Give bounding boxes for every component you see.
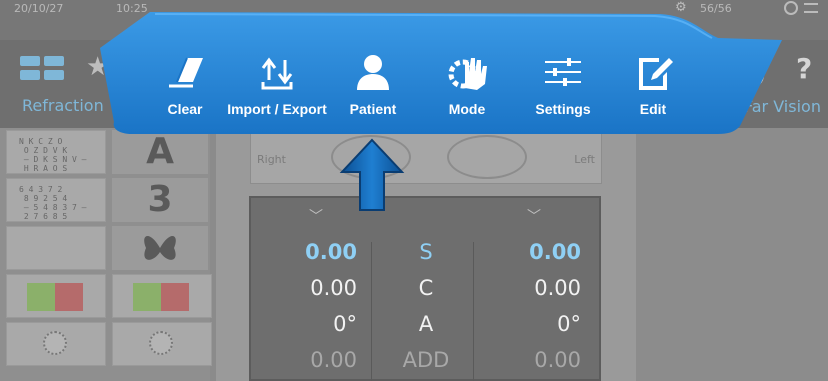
mode-hand-gear-icon [448, 58, 487, 90]
chart-numbers-tile[interactable]: 6 4 3 7 2 8 9 2 5 4 — 5 4 8 3 7 — 2 7 6 … [6, 178, 106, 222]
chevron-down-icon[interactable]: ﹀ [309, 206, 323, 226]
red-green-icon [133, 283, 189, 311]
mode-label: Mode [448, 101, 486, 117]
value-row-add: 0.00 ADD 0.00 [251, 348, 603, 381]
arrow-up-icon [339, 138, 405, 211]
right-panel [636, 128, 828, 381]
edit-label: Edit [639, 101, 667, 117]
cylinder-right-value[interactable]: 0.00 [257, 276, 357, 300]
axis-label: A [418, 312, 434, 336]
cylinder-left-value[interactable]: 0.00 [481, 276, 581, 300]
chart-red-green-tile-2[interactable] [112, 274, 212, 318]
eraser-icon [169, 57, 203, 88]
add-label: ADD [402, 348, 450, 372]
import-export-label: Import / Export [227, 101, 327, 117]
red-green-icon [27, 283, 83, 311]
import-export-icon [261, 57, 293, 90]
edit-icon [639, 58, 673, 90]
value-row-sphere: 0.00 S 0.00 [251, 240, 603, 274]
chart-number-3[interactable]: 3 [112, 178, 208, 222]
left-eye-icon[interactable] [447, 135, 527, 179]
mode-button[interactable]: Mode [412, 52, 522, 126]
main-toolbar-overlay: Clear Import / Export Patient Mode Setti… [0, 0, 828, 140]
eye-left-label[interactable]: Left [574, 153, 595, 166]
add-right-value[interactable]: 0.00 [257, 348, 357, 372]
sphere-left-value[interactable]: 0.00 [481, 240, 581, 264]
value-row-cylinder: 0.00 C 0.00 [251, 276, 603, 310]
axis-left-value[interactable]: 0° [481, 312, 581, 336]
chart-numbers-text: 6 4 3 7 2 8 9 2 5 4 — 5 4 8 3 7 — 2 7 6 … [19, 185, 87, 221]
value-row-axis: 0° A 0° [251, 312, 603, 346]
chart-dots-tile-2[interactable] [112, 322, 212, 366]
dot-target-icon [43, 331, 67, 355]
dot-target-icon [149, 331, 173, 355]
edit-button[interactable]: Edit [598, 52, 708, 126]
refraction-values-panel: ﹀ ﹀ 0.00 S 0.00 0.00 C 0.00 0° A 0° 0.00… [249, 196, 601, 381]
butterfly-icon [144, 235, 176, 260]
chart-dots-tile-1[interactable] [6, 322, 106, 366]
sphere-label: S [419, 240, 433, 264]
chevron-down-icon[interactable]: ﹀ [527, 206, 541, 226]
cylinder-label: C [418, 276, 434, 300]
chart-red-green-tile-1[interactable] [6, 274, 106, 318]
axis-right-value[interactable]: 0° [257, 312, 357, 336]
sliders-icon [545, 58, 581, 86]
patient-icon [357, 55, 389, 90]
import-export-button[interactable]: Import / Export [222, 52, 332, 126]
sphere-right-value[interactable]: 0.00 [257, 240, 357, 264]
chart-butterfly[interactable] [112, 226, 208, 270]
chart-pictogram-tile[interactable] [6, 226, 106, 270]
add-left-value[interactable]: 0.00 [481, 348, 581, 372]
eye-right-label[interactable]: Right [257, 153, 286, 166]
chart-letters-text: N K C Z O O Z D V K — D K S N V — H R A … [19, 137, 87, 173]
